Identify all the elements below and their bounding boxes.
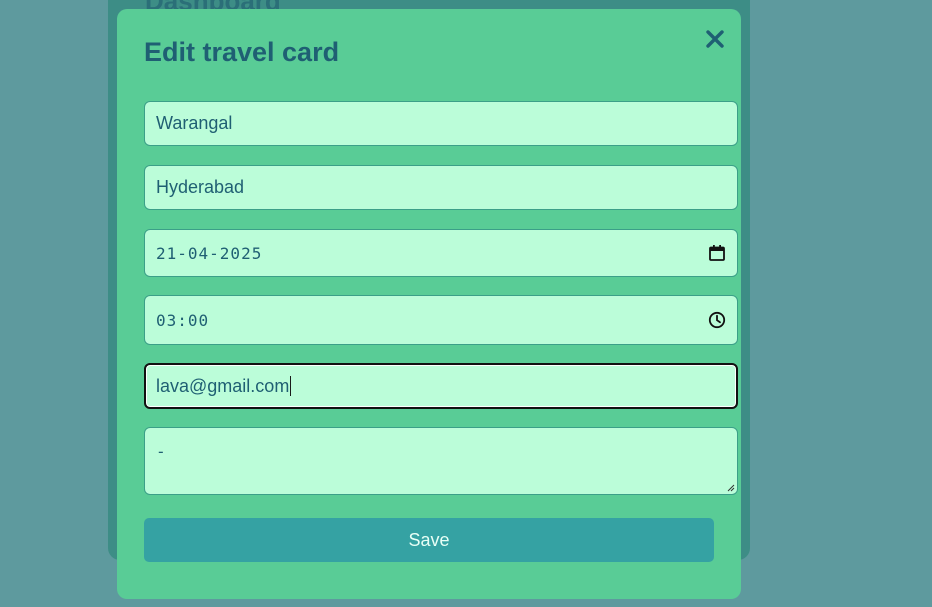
from-input[interactable]: Warangal [144, 101, 738, 146]
save-button[interactable]: Save [144, 518, 714, 562]
from-input-value: Warangal [156, 113, 233, 133]
to-input-value: Hyderabad [156, 177, 245, 197]
to-input[interactable]: Hyderabad [144, 165, 738, 210]
close-button[interactable] [701, 25, 729, 53]
modal-title: Edit travel card [144, 37, 340, 67]
date-input[interactable]: 21-04-2025 [144, 229, 738, 277]
date-input-value: 21-04-2025 [156, 243, 263, 263]
edit-travel-card-modal: Edit travel card Warangal Hyderabad 21-0… [117, 9, 741, 599]
clock-icon[interactable] [708, 311, 726, 329]
time-input-value: 03:00 [156, 310, 210, 330]
resize-grip-icon[interactable] [727, 484, 735, 492]
close-icon [706, 30, 724, 48]
text-caret [290, 375, 292, 396]
email-input-value: lava@gmail.com [156, 375, 292, 396]
time-input[interactable]: 03:00 [144, 295, 738, 345]
notes-textarea[interactable]: - [144, 427, 738, 495]
notes-textarea-value: - [156, 442, 167, 461]
calendar-icon[interactable] [708, 244, 726, 262]
email-input[interactable]: lava@gmail.com [144, 363, 738, 409]
